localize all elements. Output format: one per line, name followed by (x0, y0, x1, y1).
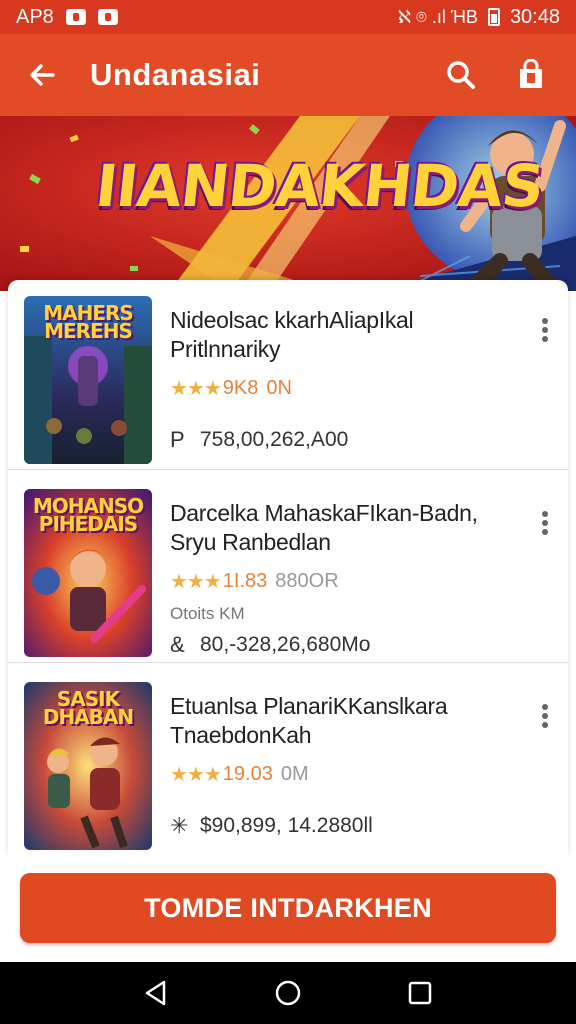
star-icons: ★★★ (170, 378, 222, 400)
list-item[interactable]: SASIK DHABAN Etuanlsa PlanariKKanslkara … (8, 666, 568, 856)
nav-back-button[interactable] (136, 973, 176, 1013)
item-rating: ★★★ 9K8 0N (170, 376, 510, 401)
item-rating: ★★★ 19.03 0M (170, 762, 510, 787)
price-value: 80,-328,26,680Mo (200, 633, 371, 656)
bottom-action-area: TOMDE INTDARKHEN (0, 856, 576, 962)
primary-action-button[interactable]: TOMDE INTDARKHEN (20, 873, 556, 943)
circle-home-icon (275, 980, 301, 1006)
app-bar: Undanasiai (0, 34, 576, 116)
item-info: Darcelka MahaskaFIkan-Badn, Sryu Ranbedl… (170, 499, 510, 658)
app-thumbnail: MOHANSO PIHEDAIS (24, 489, 152, 657)
item-name: Etuanlsa PlanariKKanslkara TnaebdonKah (170, 693, 448, 748)
status-left: AP8 (16, 6, 398, 29)
item-name: Nideolsac kkarhAliapIkal Pritlnnariky (170, 307, 414, 362)
status-carrier-text: AP8 (16, 5, 54, 28)
price-icon: Ρ (170, 427, 185, 452)
thumbnail-title: SASIK DHABAN (42, 687, 134, 729)
rating-count: 0N (266, 377, 292, 399)
app-thumbnail: MAHERS MEREHS (24, 296, 152, 464)
promo-banner[interactable]: IIANDAKHDAS (0, 116, 576, 291)
thumbnail-title: MAHERS MEREHS (43, 301, 134, 343)
price-value: $90,899, 14.2880ll (200, 814, 373, 837)
back-button[interactable] (22, 55, 62, 95)
item-name: Darcelka MahaskaFIkan-Badn, Sryu Ranbedl… (170, 500, 478, 555)
price-value: 758,00,262,A00 (200, 428, 349, 451)
rating-value: 1I.83 (222, 570, 268, 592)
more-options-button[interactable] (538, 702, 552, 730)
notification-icon (97, 9, 118, 25)
item-subtitle: Otoits KM (170, 604, 245, 623)
rating-count: 880OR (275, 570, 339, 592)
item-price: Ρ 758,00,262,A00 (170, 427, 510, 453)
page-title: Undanasiai (90, 57, 261, 92)
more-vert-icon (542, 511, 548, 517)
item-info: Nideolsac kkarhAliapIkal Pritlnnariky ★★… (170, 306, 510, 453)
rating-value: 19.03 (222, 763, 273, 785)
status-right: ℵ ⌾ .ıl ΉΒ 30:48 (398, 6, 560, 29)
system-navigation-bar (0, 962, 576, 1024)
banner-title: IIANDAKHDAS (92, 152, 547, 220)
bag-button[interactable] (508, 52, 554, 98)
arrow-left-icon (30, 64, 55, 86)
app-thumbnail: SASIK DHABAN (24, 682, 152, 850)
list-item[interactable]: MOHANSO PIHEDAIS Darcelka MahaskaFIkan-B… (8, 473, 568, 663)
item-info: Etuanlsa PlanariKKanslkara TnaebdonKah ★… (170, 692, 510, 839)
nav-home-button[interactable] (268, 973, 308, 1013)
more-options-button[interactable] (538, 316, 552, 344)
rating-count: 0M (280, 763, 309, 785)
square-recents-icon (408, 981, 432, 1005)
rating-value: 9K8 (222, 377, 259, 399)
item-price: ✳ $90,899, 14.2880ll (170, 813, 510, 839)
item-rating: ★★★ 1I.83 880OR (170, 569, 510, 594)
battery-icon (487, 8, 500, 26)
more-vert-icon (542, 704, 548, 710)
status-time: 30:48 (509, 5, 560, 28)
price-icon: & (170, 632, 185, 657)
more-vert-icon (542, 318, 548, 324)
list-item[interactable]: MAHERS MEREHS Nideolsac kkarhAliapIkal P… (8, 280, 568, 470)
nav-recents-button[interactable] (400, 973, 440, 1013)
notification-icon (65, 9, 86, 25)
thumbnail-title: MOHANSO PIHEDAIS (32, 494, 144, 536)
app-list: MAHERS MEREHS Nideolsac kkarhAliapIkal P… (8, 280, 568, 856)
shopping-bag-icon (520, 59, 542, 88)
more-options-button[interactable] (538, 509, 552, 537)
item-price: & 80,-328,26,680Mo (170, 632, 510, 658)
search-button[interactable] (438, 52, 484, 98)
star-icons: ★★★ (170, 571, 222, 593)
search-icon (447, 61, 475, 89)
status-icons: ℵ ⌾ .ıl ΉΒ (397, 7, 478, 27)
triangle-back-icon (145, 980, 166, 1006)
status-bar: AP8 ℵ ⌾ .ıl ΉΒ 30:48 (0, 0, 576, 34)
star-icons: ★★★ (170, 764, 222, 786)
price-icon: ✳ (170, 813, 189, 838)
